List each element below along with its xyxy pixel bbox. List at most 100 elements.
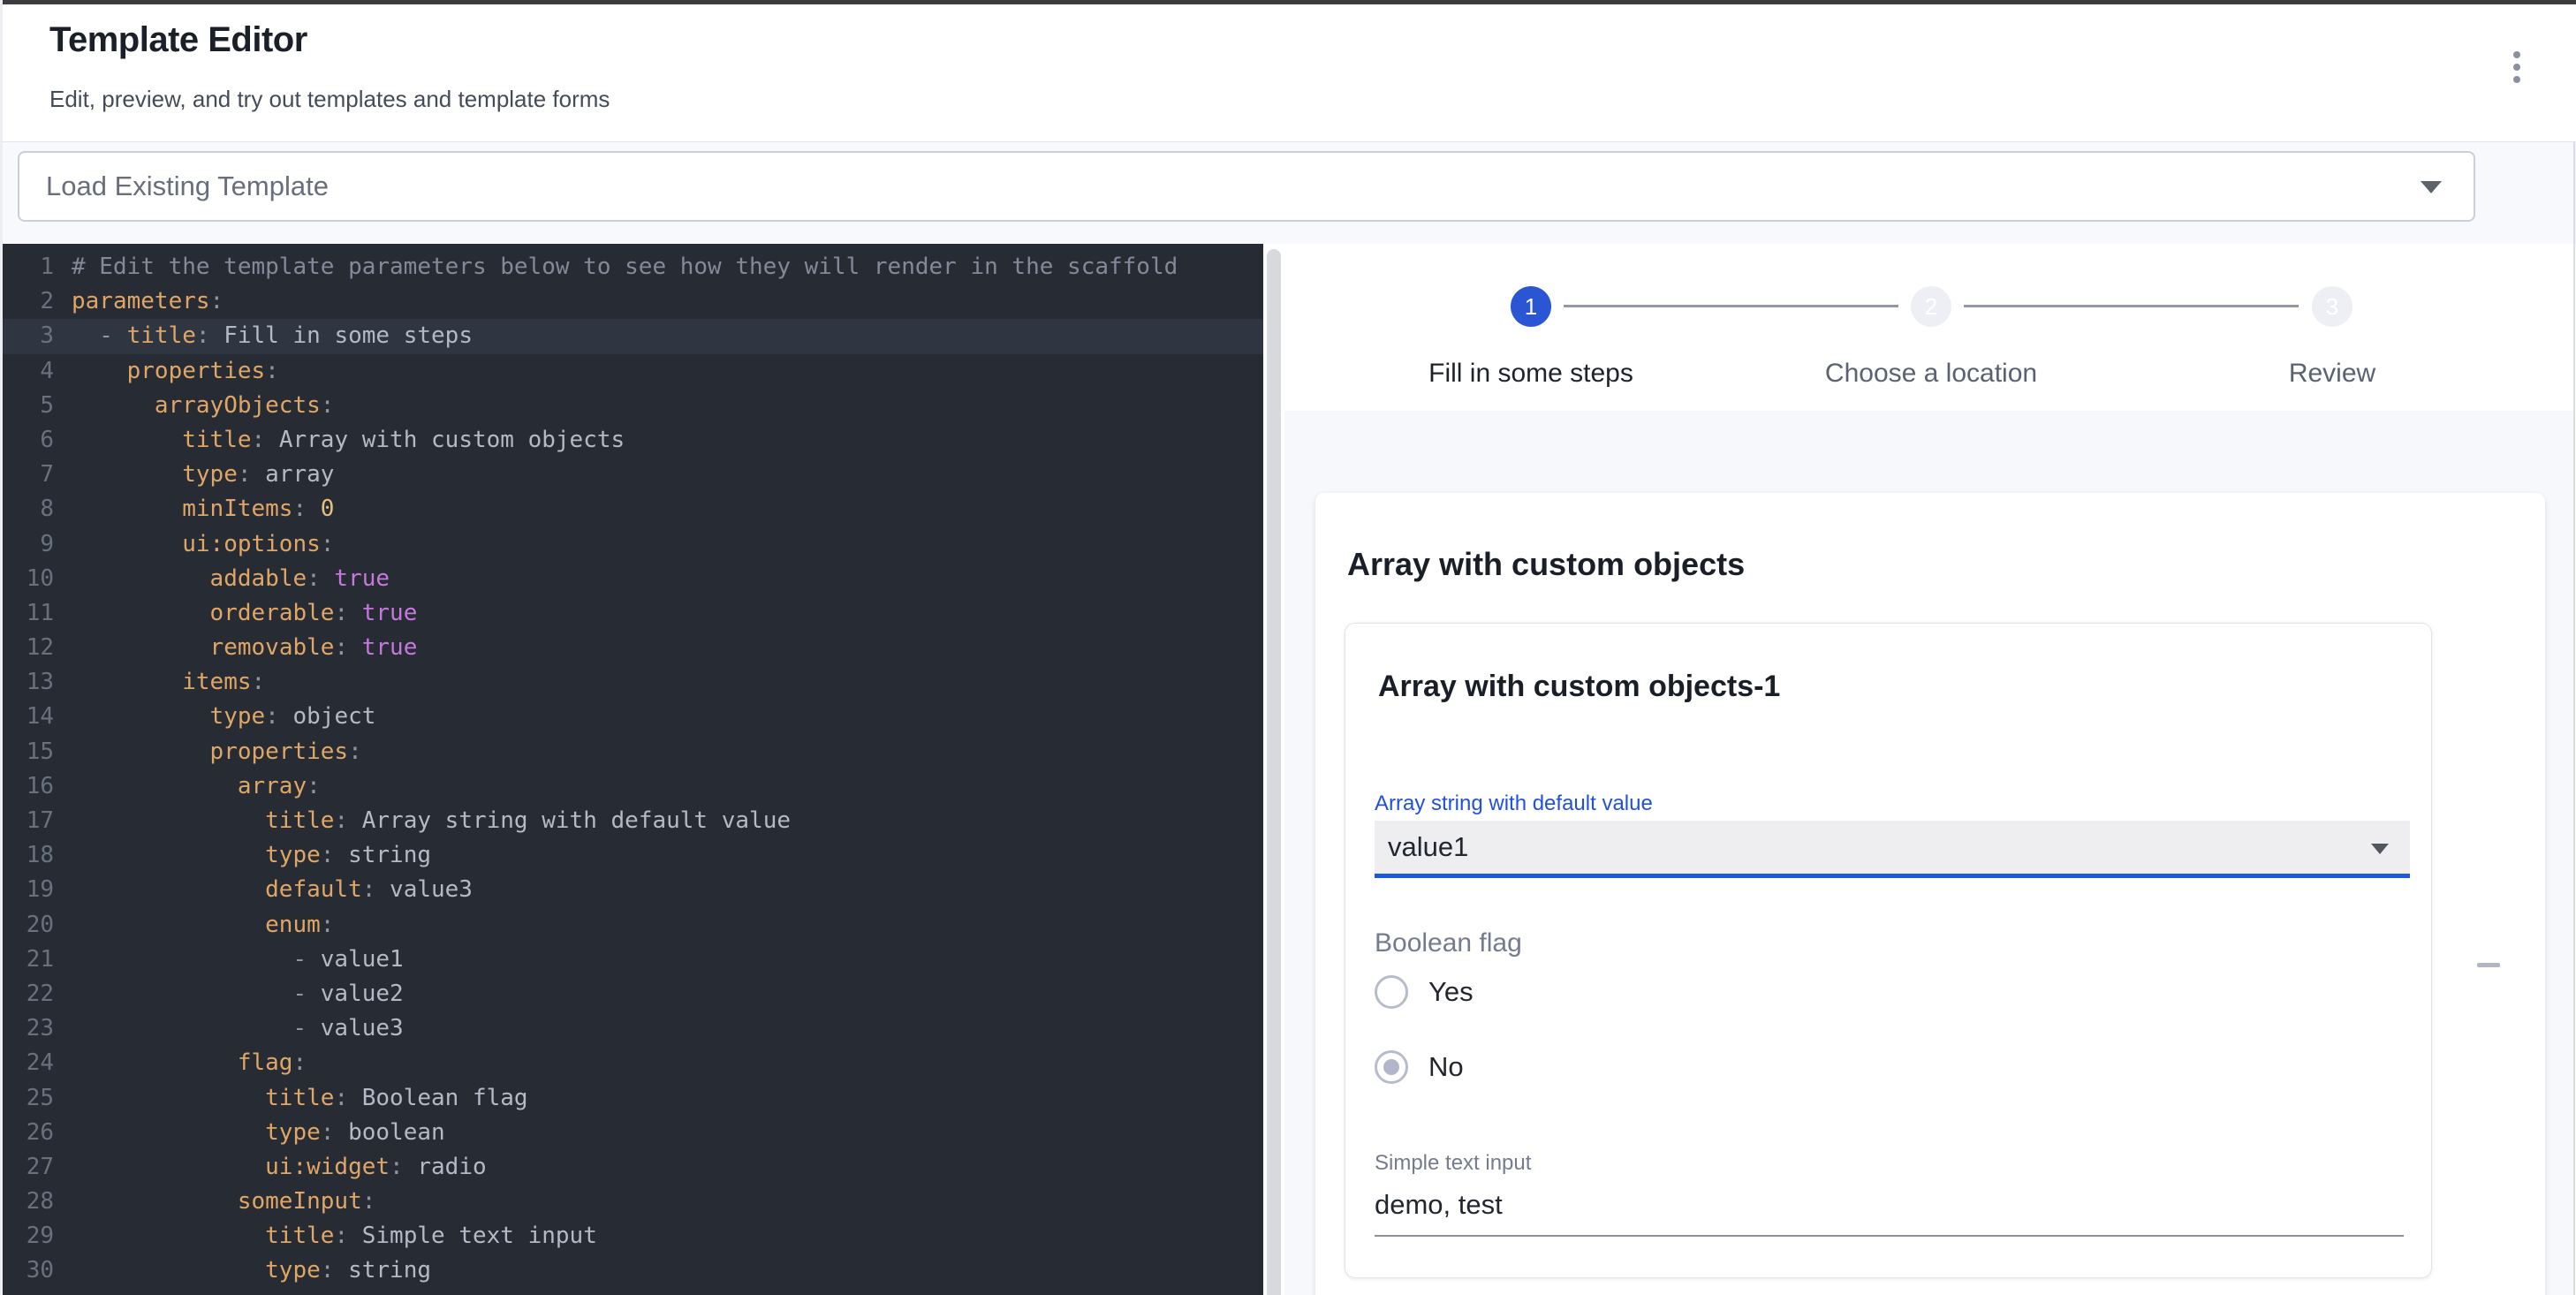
code-text: - value2 (72, 977, 404, 1011)
code-text: orderable: true (72, 596, 417, 631)
code-text: # Edit the template parameters below to … (72, 250, 1178, 284)
template-toolbar: Load Existing Template (3, 142, 2576, 244)
step-indicator-1: 1 (1511, 286, 1551, 327)
line-number: 20 (3, 908, 54, 943)
load-existing-template-select[interactable]: Load Existing Template (18, 151, 2475, 222)
radio-option-no[interactable]: No (1375, 1050, 1464, 1084)
select-field-label: Array string with default value (1375, 791, 1653, 816)
line-number: 1 (3, 250, 54, 284)
code-text: title: Array string with default value (72, 804, 791, 838)
line-number: 19 (3, 873, 54, 907)
code-line: 29 title: Simple text input (3, 1219, 1263, 1253)
step-label-3: Review (2147, 359, 2518, 389)
main-split: 1 # Edit the template parameters below to… (3, 244, 2576, 1295)
code-text: - value3 (72, 1011, 404, 1046)
code-text: someInput: (72, 1185, 375, 1219)
line-number: 2 (3, 284, 54, 319)
line-number: 18 (3, 838, 54, 873)
minus-icon (2477, 963, 2500, 967)
preview-panel: 1Fill in some steps2Choose a location3Re… (1284, 244, 2574, 1295)
radio-checked-icon (1375, 1050, 1408, 1084)
code-line: 22 - value2 (3, 977, 1263, 1011)
line-number: 9 (3, 527, 54, 562)
dropdown-arrow-icon (2371, 844, 2389, 854)
text-field-label: Simple text input (1375, 1151, 1531, 1176)
code-line: 23 - value3 (3, 1011, 1263, 1046)
radio-option-label: Yes (1428, 976, 1474, 1008)
remove-array-item-button[interactable] (2467, 943, 2510, 986)
more-options-button[interactable] (2497, 42, 2536, 93)
simple-text-input[interactable]: demo, test (1375, 1189, 1503, 1221)
code-text: - title: Fill in some steps (72, 319, 473, 353)
code-text: default: value3 (72, 873, 473, 907)
code-line: 7 type: array (3, 458, 1263, 492)
line-number: 21 (3, 943, 54, 977)
line-number: 8 (3, 492, 54, 526)
code-line: 27 ui:widget: radio (3, 1150, 1263, 1185)
line-number: 27 (3, 1150, 54, 1185)
code-text: properties: (72, 735, 362, 769)
page-subtitle: Edit, preview, and try out templates and… (49, 86, 610, 113)
code-line: 2 parameters: (3, 284, 1263, 319)
array-string-select[interactable]: value1 (1375, 821, 2410, 878)
code-text: array: (72, 769, 321, 804)
kebab-menu-icon (2513, 51, 2520, 58)
code-text: type: string (72, 838, 431, 873)
wizard-stepper: 1Fill in some steps2Choose a location3Re… (1284, 244, 2574, 411)
code-text: type: boolean (72, 1116, 445, 1150)
code-line: 26 type: boolean (3, 1116, 1263, 1150)
code-line: 11 orderable: true (3, 596, 1263, 631)
code-line: 10 addable: true (3, 562, 1263, 596)
line-number: 4 (3, 354, 54, 389)
code-line: 5 arrayObjects: (3, 389, 1263, 423)
radio-option-label: No (1428, 1051, 1464, 1083)
yaml-code-editor[interactable]: 1 # Edit the template parameters below to… (3, 244, 1263, 1295)
code-line: 8 minItems: 0 (3, 492, 1263, 526)
radio-dot (1383, 1059, 1399, 1075)
radio-group-label: Boolean flag (1375, 928, 1522, 958)
line-number: 29 (3, 1219, 54, 1253)
code-text: type: array (72, 458, 334, 492)
line-number: 10 (3, 562, 54, 596)
code-line: 19 default: value3 (3, 873, 1263, 907)
code-line: 12 removable: true (3, 631, 1263, 665)
select-field-value: value1 (1388, 821, 1468, 874)
line-number: 3 (3, 319, 54, 353)
code-text: type: object (72, 700, 375, 734)
code-line: 6 title: Array with custom objects (3, 423, 1263, 458)
array-item-card: Array with custom objects-1 Array string… (1345, 623, 2432, 1278)
form-background: Array with custom objects Array with cus… (1284, 411, 2574, 1295)
code-line: 17 title: Array string with default valu… (3, 804, 1263, 838)
line-number: 26 (3, 1116, 54, 1150)
code-line: 25 title: Boolean flag (3, 1081, 1263, 1116)
code-text: addable: true (72, 562, 390, 596)
code-line: 24 flag: (3, 1046, 1263, 1080)
code-line-active: 3 - title: Fill in some steps (3, 319, 1263, 353)
code-text: title: Simple text input (72, 1219, 597, 1253)
text-input-underline (1375, 1235, 2404, 1237)
code-line: 28 someInput: (3, 1185, 1263, 1219)
code-line: 15 properties: (3, 735, 1263, 769)
line-number: 28 (3, 1185, 54, 1219)
stepper-connector (1564, 305, 1898, 307)
step-indicator-2: 2 (1911, 286, 1951, 327)
code-line: 21 - value1 (3, 943, 1263, 977)
line-number: 11 (3, 596, 54, 631)
line-number: 12 (3, 631, 54, 665)
code-text: removable: true (72, 631, 417, 665)
line-number: 13 (3, 665, 54, 700)
code-text: title: Array with custom objects (72, 423, 625, 458)
radio-option-yes[interactable]: Yes (1375, 975, 1474, 1009)
code-text: title: Boolean flag (72, 1081, 528, 1116)
section-title: Array with custom objects (1347, 546, 1745, 583)
code-text: type: string (72, 1253, 431, 1288)
array-item-title: Array with custom objects-1 (1378, 670, 1780, 704)
line-number: 15 (3, 735, 54, 769)
code-text: parameters: (72, 284, 224, 319)
code-text: flag: (72, 1046, 307, 1080)
editor-scrollbar-thumb[interactable] (1267, 249, 1281, 1295)
line-number: 23 (3, 1011, 54, 1046)
line-number: 14 (3, 700, 54, 734)
code-line: 14 type: object (3, 700, 1263, 734)
code-text: ui:options: (72, 527, 334, 562)
